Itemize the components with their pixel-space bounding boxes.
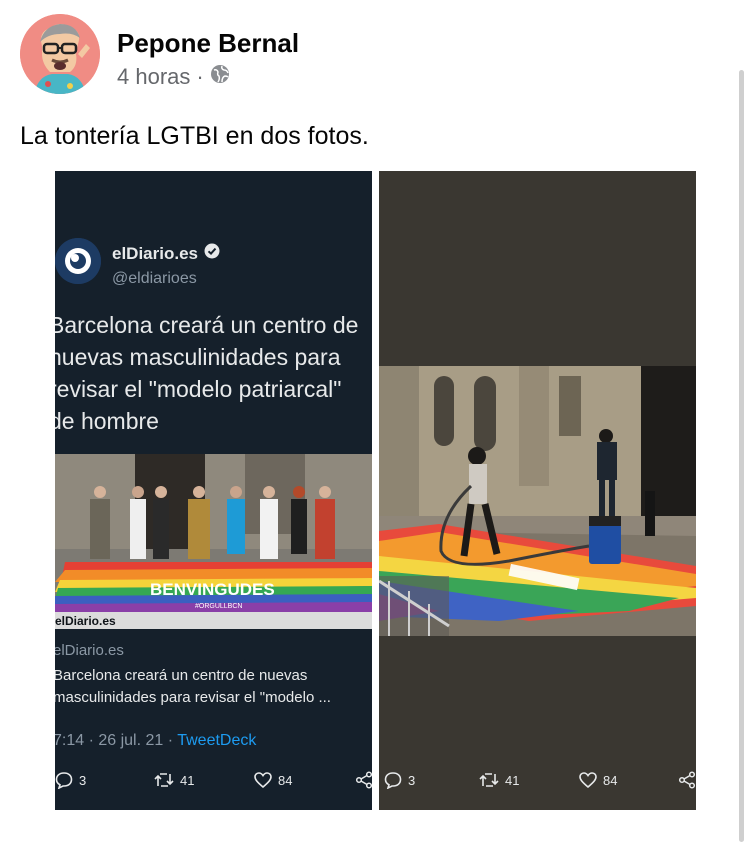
source-link: TweetDeck <box>177 732 257 749</box>
tweet-line: nuevas masculinidades para <box>55 344 341 370</box>
retweet-icon <box>154 771 174 789</box>
author-avatar[interactable] <box>20 14 100 94</box>
share-icon <box>678 771 696 789</box>
share-icon <box>355 771 372 789</box>
tweet-text: Barcelona creará un centro de nuevas mas… <box>55 309 372 437</box>
right-actions: 3 41 84 <box>379 771 696 791</box>
retweet-icon <box>479 771 499 789</box>
retweet-count: 41 <box>180 772 195 788</box>
account-handle: @eldiarioes <box>112 270 197 287</box>
reply-count: 3 <box>79 772 87 788</box>
like-action: 84 <box>579 771 617 789</box>
tweet-line: Barcelona creará un centro de <box>55 312 359 338</box>
tweet-actions: 3 41 84 <box>55 771 372 791</box>
retweet-action: 41 <box>154 771 194 789</box>
tweet-photo: BENVINGUDES #ORGULLBCN elDiario.es <box>55 454 372 629</box>
banner-text: BENVINGUDES <box>150 580 275 599</box>
reply-count: 3 <box>408 772 416 788</box>
account-name-text: elDiario.es <box>112 243 198 263</box>
street-photo-image[interactable]: 3 41 84 <box>379 171 696 810</box>
banner-hashtag: #ORGULLBCN <box>195 603 242 610</box>
avatar-illustration <box>20 14 100 94</box>
globe-icon[interactable] <box>210 64 230 90</box>
tweet-line: de hombre <box>55 408 159 434</box>
reply-icon <box>55 771 73 789</box>
like-count: 84 <box>603 772 618 788</box>
author-name[interactable]: Pepone Bernal <box>117 28 299 59</box>
retweet-count: 41 <box>505 772 520 788</box>
card-desc-line: masculinidades para revisar el "modelo .… <box>55 689 331 706</box>
timestamp-text: 7:14 · 26 jul. 21 · <box>55 732 178 749</box>
reply-icon <box>384 771 402 789</box>
heart-icon <box>579 771 597 789</box>
card-domain: elDiario.es <box>55 642 124 659</box>
rainbow-crosswalk-photo <box>379 366 696 636</box>
group-photo: BENVINGUDES #ORGULLBCN elDiario.es <box>55 454 372 629</box>
like-action: 84 <box>254 771 292 789</box>
share-action <box>678 771 696 789</box>
reply-action: 3 <box>384 771 415 789</box>
verified-badge-icon <box>204 243 220 264</box>
card-description: Barcelona creará un centro de nuevas mas… <box>55 665 372 709</box>
post-meta: 4 horas · <box>117 64 230 90</box>
post-text: La tontería LGTBI en dos fotos. <box>20 122 369 150</box>
post-time[interactable]: 4 horas <box>117 64 190 90</box>
tweet-timestamp: 7:14 · 26 jul. 21 · TweetDeck <box>55 732 256 750</box>
street-photo <box>379 366 696 636</box>
share-action <box>355 771 372 789</box>
meta-separator: · <box>196 64 204 89</box>
card-desc-line: Barcelona creará un centro de nuevas <box>55 667 308 684</box>
like-count: 84 <box>278 772 293 788</box>
page-scrollbar[interactable] <box>739 70 744 842</box>
tweet-screenshot-image[interactable]: elDiario.es @eldiarioes Barcelona creará… <box>55 171 372 810</box>
reply-action: 3 <box>55 771 86 789</box>
photo-watermark: elDiario.es <box>55 614 116 628</box>
heart-icon <box>254 771 272 789</box>
tweet-line: revisar el "modelo patriarcal" <box>55 376 342 402</box>
retweet-action: 41 <box>479 771 519 789</box>
account-name: elDiario.es <box>112 243 220 264</box>
eldiario-logo-icon <box>55 238 101 284</box>
